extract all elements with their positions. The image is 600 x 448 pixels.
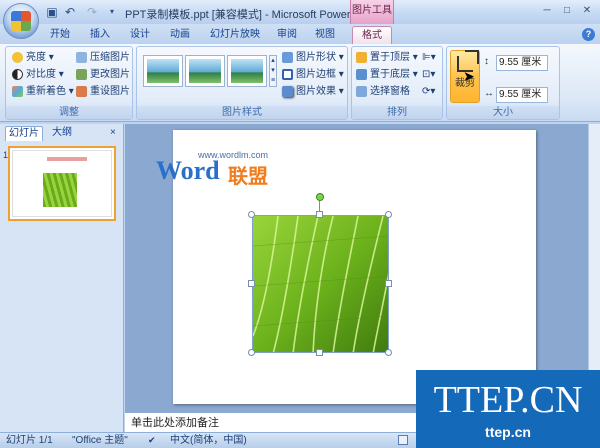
- watermark: TTEP.CN ttep.cn: [416, 370, 600, 448]
- tab-outline[interactable]: 大纲: [49, 126, 75, 141]
- compress-pictures-button[interactable]: 压缩图片: [76, 50, 130, 65]
- status-language: 中文(简体，中国): [170, 435, 247, 446]
- tab-format[interactable]: 格式: [352, 26, 392, 44]
- brightness-button[interactable]: 亮度 ▾: [12, 50, 54, 65]
- tab-review[interactable]: 审阅: [272, 26, 302, 44]
- group-label-picture-styles: 图片样式: [137, 106, 347, 119]
- tab-slides[interactable]: 幻灯片: [5, 126, 43, 141]
- selection-pane-icon: [356, 86, 367, 97]
- group-arrange: 置于顶层 ▾ 置于底层 ▾ 选择窗格 ⊫▾ ⊡▾ ⟳▾ 排列: [351, 46, 443, 120]
- picture-style-thumb[interactable]: [227, 55, 267, 87]
- height-icon: ↕: [484, 56, 489, 67]
- group-label-arrange: 排列: [352, 106, 442, 119]
- slide-thumbnail[interactable]: [8, 146, 116, 221]
- group-adjust: 亮度 ▾ 对比度 ▾ 重新着色 ▾ 压缩图片 更改图片 重设图片 调整: [5, 46, 133, 120]
- rotation-handle[interactable]: [316, 193, 324, 201]
- thumbnail-brand: [47, 157, 87, 161]
- picture-border-button[interactable]: 图片边框 ▾: [282, 67, 344, 82]
- change-picture-button[interactable]: 更改图片: [76, 67, 130, 82]
- help-icon[interactable]: ?: [582, 28, 595, 41]
- watermark-big: TTEP.CN: [433, 379, 583, 421]
- save-icon[interactable]: ▣: [44, 4, 60, 20]
- border-icon: [282, 69, 293, 80]
- recolor-icon: [12, 86, 23, 97]
- panel-close-icon[interactable]: ×: [107, 126, 119, 141]
- thumbnail-picture: [43, 173, 77, 207]
- group-picture-styles: ▴ ▾ ≡ 图片形状 ▾ 图片边框 ▾ 图片效果 ▾ 图片样式: [136, 46, 348, 120]
- send-back-icon: [356, 69, 367, 80]
- status-slide: 幻灯片 1/1: [6, 435, 53, 446]
- sun-icon: [12, 52, 23, 63]
- spellcheck-icon[interactable]: ✔: [148, 433, 156, 448]
- rotate-icon[interactable]: ⟳▾: [422, 84, 435, 99]
- styles-gallery-scroll[interactable]: ▴ ▾ ≡: [269, 55, 277, 87]
- panel-tabs: 幻灯片 大纲 ×: [3, 126, 123, 142]
- resize-handle-n[interactable]: [316, 211, 323, 218]
- reset-picture-icon: [76, 86, 87, 97]
- resize-handle-se[interactable]: [385, 349, 392, 356]
- shape-icon: [282, 52, 293, 63]
- office-logo-icon: [11, 11, 31, 31]
- align-icon[interactable]: ⊫▾: [422, 50, 436, 65]
- leaf-picture[interactable]: [252, 215, 389, 353]
- tab-home[interactable]: 开始: [45, 26, 75, 44]
- group-label-size: 大小: [447, 106, 559, 119]
- bring-to-front-button[interactable]: 置于顶层 ▾: [356, 50, 418, 65]
- bring-front-icon: [356, 52, 367, 63]
- brand-word: Word: [156, 156, 220, 185]
- tab-insert[interactable]: 插入: [85, 26, 115, 44]
- minimize-icon[interactable]: ─: [540, 4, 554, 18]
- tab-slideshow[interactable]: 幻灯片放映: [205, 26, 265, 44]
- normal-view-icon[interactable]: [398, 435, 408, 445]
- contrast-button[interactable]: 对比度 ▾: [12, 67, 64, 82]
- redo-icon[interactable]: ↷: [84, 4, 100, 20]
- picture-shape-button[interactable]: 图片形状 ▾: [282, 50, 344, 65]
- resize-handle-ne[interactable]: [385, 211, 392, 218]
- picture-effects-button[interactable]: 图片效果 ▾: [282, 84, 344, 99]
- tab-animation[interactable]: 动画: [165, 26, 195, 44]
- resize-handle-w[interactable]: [248, 280, 255, 287]
- reset-picture-button[interactable]: 重设图片: [76, 84, 130, 99]
- change-picture-icon: [76, 69, 87, 80]
- picture-style-thumb[interactable]: [143, 55, 183, 87]
- compress-icon: [76, 52, 87, 63]
- vertical-scrollbar[interactable]: [588, 124, 600, 412]
- watermark-small: ttep.cn: [485, 424, 531, 440]
- tab-view[interactable]: 视图: [310, 26, 340, 44]
- selection-pane-button[interactable]: 选择窗格: [356, 84, 410, 99]
- maximize-icon[interactable]: □: [560, 4, 574, 18]
- resize-handle-sw[interactable]: [248, 349, 255, 356]
- office-button[interactable]: [3, 3, 39, 39]
- brand-cn: 联盟: [228, 166, 268, 188]
- status-theme: "Office 主题": [72, 435, 128, 446]
- mouse-cursor-icon: ➤: [463, 68, 475, 84]
- customize-qat-icon[interactable]: ▾: [104, 4, 120, 20]
- height-input[interactable]: 9.55 厘米: [496, 55, 548, 71]
- picture-tools-context: 图片工具: [350, 0, 394, 24]
- contrast-icon: [12, 69, 23, 80]
- send-to-back-button[interactable]: 置于底层 ▾: [356, 67, 418, 82]
- recolor-button[interactable]: 重新着色 ▾: [12, 84, 74, 99]
- resize-handle-s[interactable]: [316, 349, 323, 356]
- group-label-adjust: 调整: [6, 106, 132, 119]
- group-objects-icon[interactable]: ⊡▾: [422, 67, 435, 82]
- close-icon[interactable]: ✕: [580, 4, 594, 18]
- width-input[interactable]: 9.55 厘米: [496, 87, 548, 103]
- picture-style-thumb[interactable]: [185, 55, 225, 87]
- tab-design[interactable]: 设计: [125, 26, 155, 44]
- window-title: PPT录制模板.ppt [兼容模式] - Microsoft PowerP...: [125, 9, 366, 21]
- resize-handle-nw[interactable]: [248, 211, 255, 218]
- width-icon: ↔: [484, 88, 494, 99]
- effects-icon: [282, 86, 293, 97]
- undo-icon[interactable]: ↶: [62, 4, 78, 20]
- resize-handle-e[interactable]: [385, 280, 392, 287]
